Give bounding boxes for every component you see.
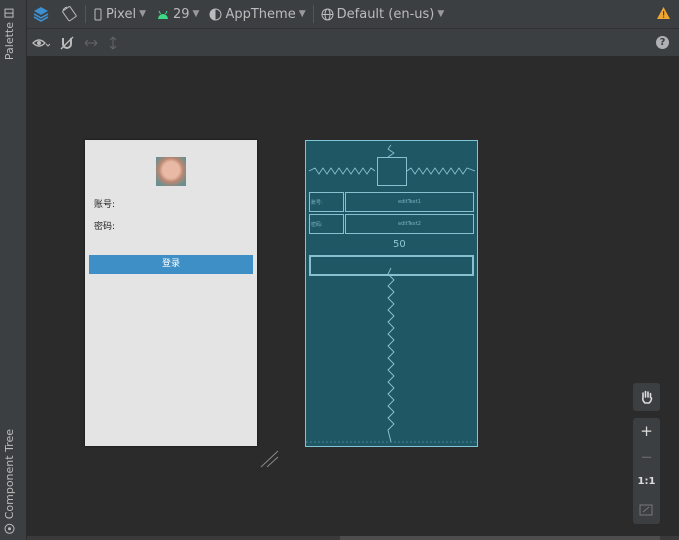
component-tree-tab[interactable]: Component Tree	[3, 429, 16, 534]
design-surface-button[interactable]	[27, 0, 55, 28]
blueprint-password-label-box[interactable]: 密码:	[309, 214, 344, 234]
autoconnect-toggle[interactable]	[55, 29, 79, 56]
warning-button[interactable]	[656, 5, 671, 24]
android-icon	[158, 10, 168, 19]
chevron-down-icon: ▼	[437, 9, 445, 19]
globe-icon	[321, 8, 334, 20]
account-label: 账号:	[94, 200, 116, 210]
blueprint-edittext-2-label: editText2	[398, 221, 421, 227]
locale-selector[interactable]: Default (en-us) ▼	[316, 0, 450, 28]
device-label: Pixel	[106, 6, 137, 22]
login-button[interactable]: 登录	[89, 255, 253, 274]
orientation-button[interactable]	[55, 0, 83, 28]
resize-handle-icon[interactable]	[260, 450, 280, 468]
chevron-down-icon: ▼	[192, 9, 200, 19]
api-level-selector[interactable]: 29 ▼	[151, 0, 204, 28]
component-tree-icon	[4, 523, 15, 534]
blueprint-password-label: 密码:	[311, 222, 323, 228]
component-tree-tab-label: Component Tree	[3, 428, 16, 519]
blueprint-account-label: 账号:	[311, 200, 323, 206]
magnet-off-icon	[60, 36, 74, 49]
rotate-orientation-icon	[62, 6, 77, 22]
toolbar-separator	[312, 5, 314, 23]
blueprint-login-button[interactable]	[309, 255, 474, 276]
zoom-to-fit-icon[interactable]	[639, 504, 653, 516]
blueprint-avatar[interactable]	[377, 157, 407, 186]
chevron-down-icon: ▼	[298, 9, 306, 19]
pan-button[interactable]	[633, 383, 660, 411]
zoom-controls: + − 1:1	[633, 418, 660, 524]
blueprint-edittext-1-label: editText1	[398, 199, 421, 205]
blueprint-edittext-1[interactable]: editText1	[345, 192, 474, 212]
toolbar-separator	[85, 5, 86, 23]
zoom-out-button[interactable]: −	[633, 448, 660, 466]
arrows-vertical-icon	[109, 36, 117, 49]
view-options-button[interactable]	[27, 29, 55, 56]
design-preview[interactable]: 账号: 密码: 登录	[85, 140, 257, 446]
blueprint-edittext-2[interactable]: editText2	[345, 214, 474, 234]
palette-tab-label: Palette	[3, 22, 16, 61]
view-options-toolbar: ?	[27, 29, 679, 57]
expand-horizontal-button[interactable]	[79, 29, 103, 56]
help-icon[interactable]: ?	[656, 36, 669, 49]
zoom-actual-size-button[interactable]: 1:1	[633, 476, 660, 487]
chevron-down-icon: ▼	[139, 9, 146, 19]
locale-label: Default (en-us)	[336, 6, 435, 22]
avatar-image[interactable]	[156, 157, 186, 186]
design-toolbar: Pixel ▼ 29 ▼ AppTheme ▼ Default (en-us) …	[27, 0, 679, 29]
left-tool-sidebar: Palette Component Tree	[0, 0, 27, 540]
zoom-in-button[interactable]: +	[633, 422, 660, 440]
password-label: 密码:	[94, 222, 116, 232]
layers-icon	[33, 7, 49, 22]
theme-icon	[209, 8, 222, 20]
arrows-horizontal-icon	[84, 39, 98, 46]
blueprint-account-label-box[interactable]: 账号:	[309, 192, 344, 212]
api-level-label: 29	[173, 6, 190, 22]
theme-label: AppTheme	[225, 6, 296, 22]
phone-icon	[94, 8, 102, 20]
hand-icon	[641, 390, 653, 404]
horizontal-scrollbar-thumb[interactable]	[340, 536, 660, 540]
blueprint-marker: 50	[393, 239, 406, 250]
device-selector[interactable]: Pixel ▼	[88, 0, 151, 28]
palette-tab[interactable]: Palette	[3, 8, 16, 60]
theme-selector[interactable]: AppTheme ▼	[204, 0, 310, 28]
eye-icon	[32, 38, 50, 47]
warning-icon	[657, 7, 670, 19]
expand-vertical-button[interactable]	[103, 29, 123, 56]
blueprint-constraints	[306, 144, 477, 443]
palette-icon	[5, 8, 14, 18]
blueprint-preview[interactable]: 账号: editText1 密码: editText2 50	[305, 140, 478, 447]
